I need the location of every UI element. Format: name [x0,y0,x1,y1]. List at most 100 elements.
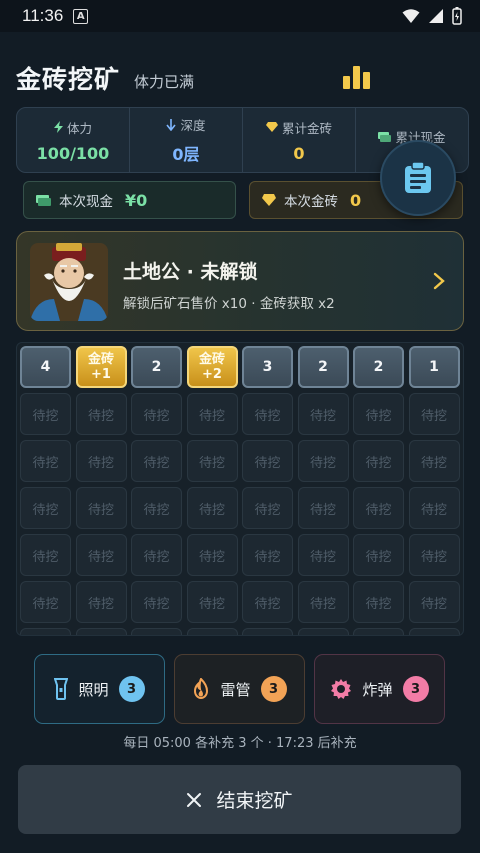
deity-name: 土地公 · 未解锁 [123,261,258,283]
pending-cell[interactable]: 待挖 [20,534,71,576]
pending-cell[interactable]: 待挖 [75,440,127,482]
pending-cell[interactable]: 待挖 [297,534,349,576]
pending-cell[interactable]: 待挖 [408,440,460,482]
session-cash-label: 本次现金 [59,194,113,210]
tool-label: 照明 [78,680,109,699]
pending-cell[interactable]: 待挖 [75,581,127,623]
pending-cell[interactable]: 待挖 [20,581,71,623]
stat-depth: 深度 0层 [130,108,243,172]
pending-cell[interactable]: 待挖 [297,487,349,529]
task-float-button[interactable] [380,140,456,216]
end-button-label: 结束挖矿 [216,790,293,812]
pending-cell[interactable]: 待挖 [75,534,127,576]
pending-cell[interactable]: 待挖 [297,581,349,623]
pending-cell[interactable]: 待挖 [20,440,71,482]
pending-cell[interactable]: 待挖 [353,534,404,576]
gold-brick-cell[interactable]: 金砖 +1 [75,346,127,388]
pending-cell[interactable]: 待挖 [353,628,404,635]
tool-light-button[interactable]: 照明 3 [34,654,165,724]
pending-cell[interactable]: 待挖 [131,581,182,623]
tool-count-badge: 3 [402,676,429,702]
page-header: 金砖挖矿 体力已满 [16,58,464,98]
chevron-right-icon [433,272,445,290]
mine-grid: 4 金砖 +1 2 金砖 +2 3 2 2 1 待挖 待挖 待挖 待挖 待挖 待挖 待挖 待挖 待挖 待挖 待挖 待挖 待挖… [16,342,464,636]
tool-detonator-button[interactable]: 雷管 3 [174,654,305,724]
pending-cell[interactable]: 待挖 [131,487,182,529]
arrow-down-icon [166,118,177,131]
pending-cell[interactable]: 待挖 [297,393,349,435]
pending-cell[interactable]: 待挖 [242,440,293,482]
pending-cell[interactable]: 待挖 [20,487,71,529]
pending-cell[interactable]: 待挖 [242,581,293,623]
gear-bomb-icon [331,679,352,699]
tool-label: 炸弹 [362,680,393,699]
pending-cell[interactable]: 待挖 [186,628,238,635]
battery-icon [452,7,462,25]
stamina-status: 体力已满 [134,72,195,91]
session-cash: 本次现金 ¥0 [23,181,236,219]
pending-cell[interactable]: 待挖 [242,534,293,576]
notification-icon: A [73,8,89,24]
cash-icon [378,131,392,142]
stone-cell[interactable]: 1 [408,346,460,388]
gold-brick-cell[interactable]: 金砖 +2 [186,346,238,388]
pending-cell[interactable]: 待挖 [75,487,127,529]
mine-grid-cells: 4 金砖 +1 2 金砖 +2 3 2 2 1 待挖 待挖 待挖 待挖 待挖 待挖 待挖 待挖 待挖 待挖 待挖 待挖 待挖… [20,346,460,635]
tool-count-badge: 3 [118,676,145,702]
pending-cell[interactable]: 待挖 [131,393,182,435]
pending-cell[interactable]: 待挖 [242,628,293,635]
stone-cell[interactable]: 3 [242,346,293,388]
stone-cell[interactable]: 2 [131,346,182,388]
stat-total-gold: 累计金砖 0 [243,108,356,172]
session-gold-label: 本次金砖 [284,194,338,210]
pending-cell[interactable]: 待挖 [297,628,349,635]
pending-cell[interactable]: 待挖 [353,581,404,623]
diamond-icon [262,194,276,206]
pending-cell[interactable]: 待挖 [408,581,460,623]
stat-value: 0 [293,143,305,163]
pending-cell[interactable]: 待挖 [75,628,127,635]
stone-cell[interactable]: 2 [353,346,404,388]
pending-cell[interactable]: 待挖 [408,628,460,635]
pending-cell[interactable]: 待挖 [131,534,182,576]
pending-cell[interactable]: 待挖 [131,628,182,635]
end-mining-button[interactable]: 结束挖矿 [18,765,461,834]
clipboard-icon [405,162,431,193]
pending-cell[interactable]: 待挖 [20,393,71,435]
pending-cell[interactable]: 待挖 [75,393,127,435]
pending-cell[interactable]: 待挖 [353,487,404,529]
flashlight-icon [54,678,69,700]
pending-cell[interactable]: 待挖 [186,393,238,435]
diamond-icon [265,122,278,132]
pending-cell[interactable]: 待挖 [297,440,349,482]
pending-cell[interactable]: 待挖 [131,440,182,482]
pending-cell[interactable]: 待挖 [242,393,293,435]
status-bar: 11:36 A [0,0,480,32]
pending-cell[interactable]: 待挖 [242,487,293,529]
cash-icon [36,194,51,206]
tool-bomb-button[interactable]: 炸弹 3 [314,654,445,724]
pending-cell[interactable]: 待挖 [353,440,404,482]
flame-icon [194,678,209,699]
deity-portrait [30,243,108,321]
tool-count-badge: 3 [260,676,287,702]
bar-chart-icon[interactable] [342,64,372,90]
pending-cell[interactable]: 待挖 [186,487,238,529]
stone-cell[interactable]: 4 [20,346,71,388]
gold-cell-amount: +1 [91,367,111,382]
deity-card[interactable]: 土地公 · 未解锁 解锁后矿石售价 x10 · 金砖获取 x2 [16,231,464,331]
pending-cell[interactable]: 待挖 [186,440,238,482]
deity-description: 解锁后矿石售价 x10 · 金砖获取 x2 [123,296,335,312]
pending-cell[interactable]: 待挖 [408,487,460,529]
pending-cell[interactable]: 待挖 [186,534,238,576]
pending-cell[interactable]: 待挖 [353,393,404,435]
stat-value: 0层 [172,145,200,164]
pending-cell[interactable]: 待挖 [408,534,460,576]
pending-cell[interactable]: 待挖 [20,628,71,635]
status-time: 11:36 [22,6,64,25]
stone-cell[interactable]: 2 [297,346,349,388]
pending-cell[interactable]: 待挖 [186,581,238,623]
pending-cell[interactable]: 待挖 [408,393,460,435]
gold-cell-label: 金砖 [198,352,225,367]
stat-label: 体力 [66,120,92,136]
